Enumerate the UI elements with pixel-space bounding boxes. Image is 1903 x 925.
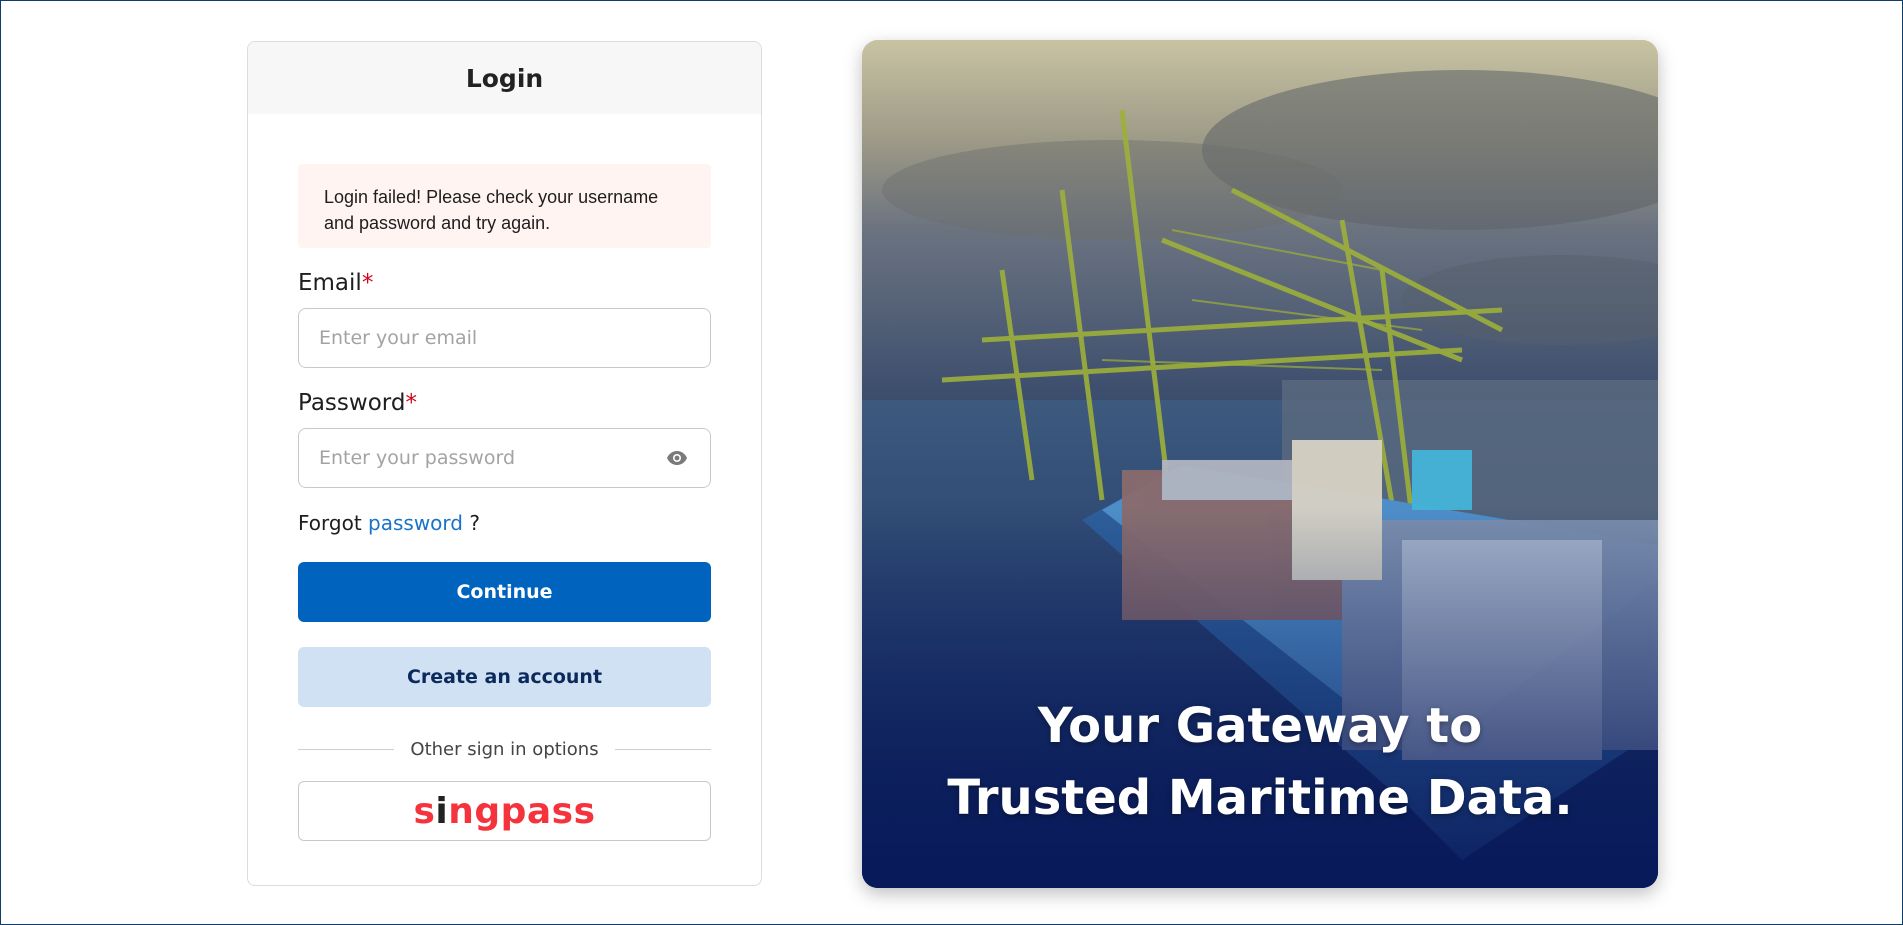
forgot-password-link[interactable]: password xyxy=(368,511,463,535)
password-label-text: Password xyxy=(298,390,406,416)
hero-tagline-line1: Your Gateway to xyxy=(1037,698,1483,754)
singpass-logo: singpass xyxy=(413,790,596,832)
eye-icon[interactable] xyxy=(664,445,690,471)
password-field-wrapper xyxy=(298,428,711,488)
forgot-password-row: Forgot password ? xyxy=(298,508,711,538)
page: Login Login failed! Please check your us… xyxy=(0,0,1903,925)
required-marker: * xyxy=(405,390,417,416)
continue-button[interactable]: Continue xyxy=(298,562,711,622)
login-form: Login failed! Please check your username… xyxy=(248,114,761,841)
other-options-divider: Other sign in options xyxy=(298,737,712,761)
email-label: Email* xyxy=(298,268,711,298)
forgot-prefix: Forgot xyxy=(298,511,362,535)
password-field[interactable] xyxy=(319,447,664,469)
login-title: Login xyxy=(465,63,544,93)
password-label: Password* xyxy=(298,388,711,418)
forgot-suffix: ? xyxy=(469,511,480,535)
divider-line xyxy=(298,748,395,750)
login-card-header: Login xyxy=(248,42,761,114)
singpass-button[interactable]: singpass xyxy=(298,781,711,841)
login-error-alert: Login failed! Please check your username… xyxy=(298,164,711,248)
hero-image-panel: Your Gateway to Trusted Maritime Data. xyxy=(862,40,1658,888)
hero-tagline-line2: Trusted Maritime Data. xyxy=(947,770,1573,826)
email-label-text: Email xyxy=(298,270,362,296)
email-field-wrapper xyxy=(298,308,711,368)
other-options-label: Other sign in options xyxy=(410,738,599,760)
login-card: Login Login failed! Please check your us… xyxy=(247,41,762,886)
create-account-button[interactable]: Create an account xyxy=(298,647,711,707)
hero-tagline: Your Gateway to Trusted Maritime Data. xyxy=(862,690,1658,834)
email-field[interactable] xyxy=(319,327,690,349)
divider-line xyxy=(614,748,712,750)
required-marker: * xyxy=(361,270,374,296)
